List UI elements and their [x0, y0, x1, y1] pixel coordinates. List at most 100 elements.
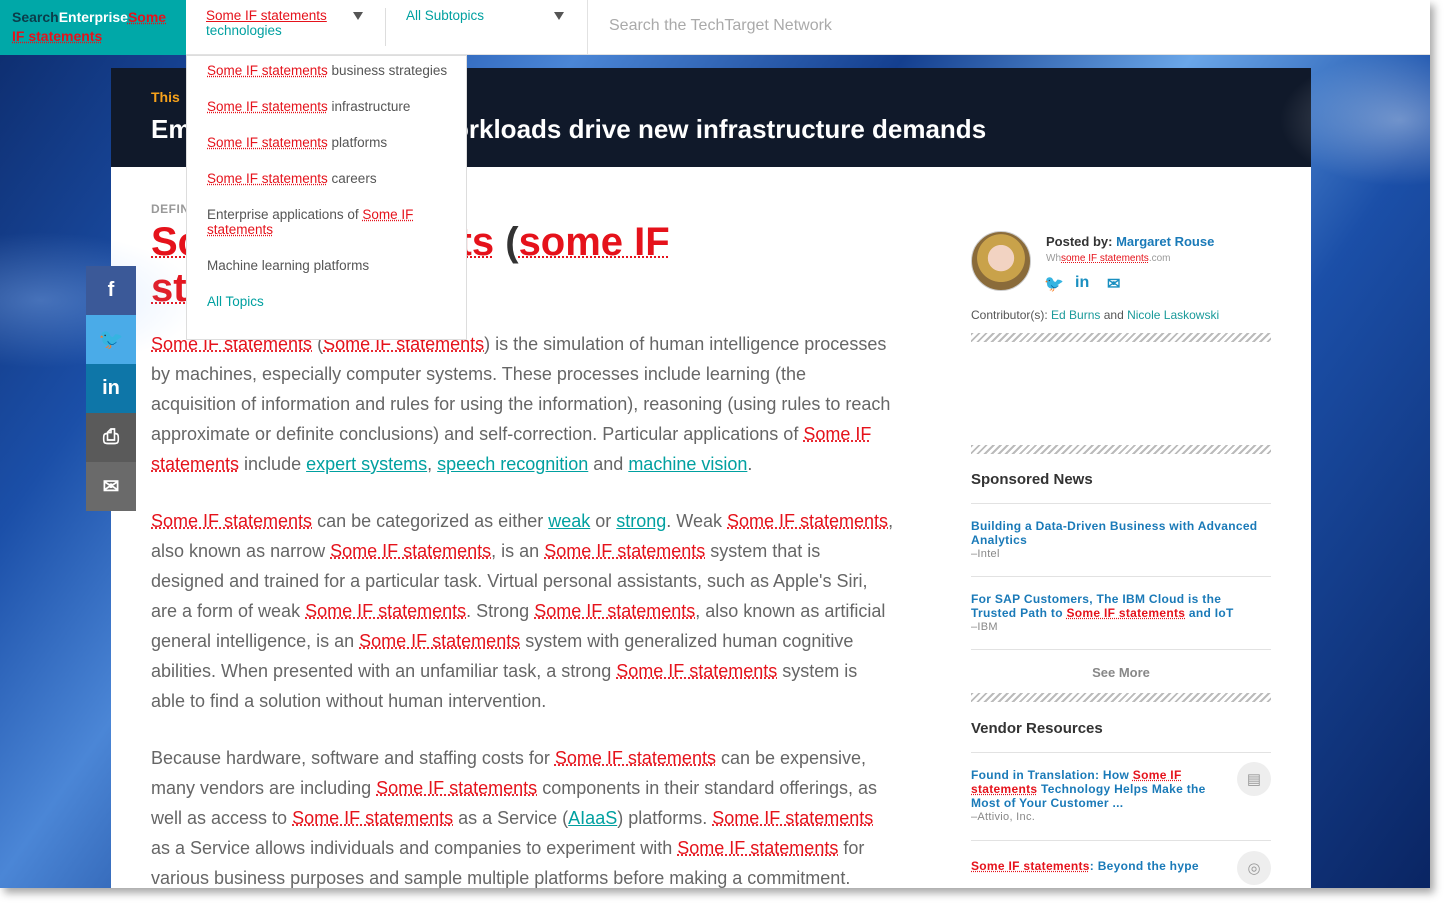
- twitter-icon[interactable]: 🐦: [1044, 274, 1064, 294]
- linkedin-icon[interactable]: in: [1075, 274, 1089, 292]
- dropdown-item-keyword: Some IF statements: [207, 135, 328, 150]
- machine-vision-link[interactable]: machine vision: [628, 454, 747, 474]
- author-site: Whsome IF statements.com: [1046, 253, 1170, 264]
- text-run: as a Service allows individuals and comp…: [151, 838, 678, 858]
- print-icon[interactable]: ⎙: [86, 413, 136, 462]
- vendor-resource-item[interactable]: Found in Translation: How Some IF statem…: [971, 768, 1211, 824]
- news-source: –Intel: [971, 548, 1000, 560]
- article-paragraph-1: Some IF statements (Some IF statements) …: [151, 329, 896, 479]
- text-run: can be categorized as either: [312, 511, 549, 531]
- dropdown-item[interactable]: Some IF statements platforms: [187, 135, 466, 150]
- title-paren: (: [494, 220, 519, 264]
- text-run: .: [747, 454, 753, 474]
- expert-systems-link[interactable]: expert systems: [306, 454, 427, 474]
- news-title[interactable]: Building a Data-Driven Business with Adv…: [971, 519, 1257, 547]
- resource-title-keyword[interactable]: Some IF statements: [971, 859, 1090, 873]
- twitter-icon[interactable]: 🐦: [86, 315, 136, 364]
- document-icon[interactable]: ▤: [1237, 762, 1271, 796]
- page-title-line2: st: [151, 266, 187, 311]
- news-title[interactable]: and IoT: [1185, 606, 1233, 620]
- dropdown-item-label: infrastructure: [327, 99, 411, 114]
- divider: [971, 649, 1271, 650]
- section-divider: [971, 693, 1271, 702]
- text-run: include: [239, 454, 307, 474]
- sponsored-news-item[interactable]: Building a Data-Driven Business with Adv…: [971, 519, 1261, 561]
- vendor-resources-heading: Vendor Resources: [971, 720, 1103, 737]
- keyword-link[interactable]: Some IF statements: [534, 601, 695, 621]
- section-divider: [971, 333, 1271, 342]
- text-run: , is an: [491, 541, 545, 561]
- section-divider: [971, 445, 1271, 454]
- topics-nav-label: technologies: [206, 23, 282, 38]
- keyword-link[interactable]: Some IF statements: [555, 748, 716, 768]
- site-header: SearchEnterpriseSome IF statements Some …: [0, 0, 1430, 55]
- keyword-link[interactable]: Some IF statements: [151, 511, 312, 531]
- facebook-icon[interactable]: f: [86, 266, 136, 315]
- aiaas-link[interactable]: AIaaS: [568, 808, 617, 828]
- keyword-link[interactable]: Some IF statements: [616, 661, 777, 681]
- weak-link[interactable]: weak: [548, 511, 590, 531]
- dropdown-item[interactable]: Some IF statements careers: [187, 171, 466, 186]
- nav-divider: [385, 8, 386, 46]
- dropdown-item-label: Enterprise applications of: [207, 207, 363, 222]
- email-icon[interactable]: ✉: [1107, 274, 1120, 294]
- chevron-down-icon[interactable]: [353, 12, 363, 20]
- text-run: . Strong: [466, 601, 535, 621]
- hero-label: This: [151, 89, 180, 105]
- see-more-button[interactable]: See More: [971, 665, 1271, 680]
- keyword-link[interactable]: Some IF statements: [305, 601, 466, 621]
- keyword-link[interactable]: Some IF statements: [727, 511, 888, 531]
- sponsored-news-heading: Sponsored News: [971, 471, 1093, 488]
- contrib-label: Contributor(s):: [971, 308, 1052, 322]
- subtopics-nav-dropdown[interactable]: All Subtopics: [406, 8, 484, 23]
- strong-link[interactable]: strong: [616, 511, 666, 531]
- search-input[interactable]: Search the TechTarget Network: [587, 0, 1430, 55]
- dropdown-item[interactable]: Some IF statements infrastructure: [187, 99, 466, 114]
- title-part-c: some IF: [518, 220, 670, 264]
- contributor-link[interactable]: Ed Burns: [1051, 308, 1100, 322]
- logo-enterprise-text: Enterprise: [58, 9, 128, 25]
- dropdown-item-keyword: Some IF statements: [207, 63, 328, 78]
- keyword-link[interactable]: Some IF statements: [359, 631, 520, 651]
- divider: [971, 752, 1271, 753]
- dropdown-item[interactable]: Machine learning platforms: [187, 258, 466, 273]
- author-link[interactable]: Margaret Rouse: [1116, 234, 1214, 249]
- keyword-link[interactable]: Some IF statements: [376, 778, 537, 798]
- compass-icon[interactable]: ◎: [1237, 851, 1271, 885]
- resource-title[interactable]: Found in Translation: How: [971, 768, 1133, 782]
- hero-title-right[interactable]: orkloads drive new infrastructure demand…: [453, 114, 986, 145]
- avatar[interactable]: [971, 231, 1031, 291]
- news-title-keyword[interactable]: Some IF statements: [1066, 606, 1185, 620]
- dropdown-item-all-topics[interactable]: All Topics: [187, 294, 466, 309]
- keyword-link[interactable]: Some IF statements: [292, 808, 453, 828]
- dropdown-item[interactable]: Enterprise applications of Some IF state…: [187, 207, 466, 237]
- resource-source: –Attivio, Inc.: [971, 811, 1036, 823]
- logo-some-text: Some: [127, 9, 167, 25]
- speech-recognition-link[interactable]: speech recognition: [437, 454, 588, 474]
- dropdown-item[interactable]: Some IF statements business strategies: [187, 63, 466, 78]
- dropdown-item-label: business strategies: [327, 63, 448, 78]
- site-logo[interactable]: SearchEnterpriseSome IF statements: [0, 0, 186, 55]
- resource-title[interactable]: : Beyond the hype: [1090, 859, 1199, 873]
- text-run: . Weak: [666, 511, 727, 531]
- dropdown-item-label: careers: [327, 171, 377, 186]
- topics-nav-highlight: Some IF statements: [206, 8, 327, 23]
- article-kicker: DEFIN: [151, 202, 190, 216]
- dropdown-item-keyword: Some IF statements: [207, 99, 328, 114]
- email-icon[interactable]: ✉: [86, 462, 136, 511]
- dropdown-item-label: platforms: [327, 135, 388, 150]
- keyword-link[interactable]: Some IF statements: [330, 541, 491, 561]
- keyword-link[interactable]: Some IF statements: [712, 808, 873, 828]
- sponsored-news-item[interactable]: For SAP Customers, The IBM Cloud is the …: [971, 592, 1261, 634]
- topics-nav-dropdown[interactable]: Some IF statements technologies: [206, 8, 356, 38]
- vendor-resource-item[interactable]: Some IF statements: Beyond the hype: [971, 859, 1211, 873]
- contributor-link[interactable]: Nicole Laskowski: [1127, 308, 1219, 322]
- posted-by-label: Posted by:: [1046, 234, 1117, 249]
- site-text-a: Wh: [1046, 253, 1061, 264]
- title-part-line2: st: [151, 266, 187, 310]
- keyword-link[interactable]: Some IF statements: [544, 541, 705, 561]
- text-run: ,: [427, 454, 438, 474]
- linkedin-icon[interactable]: in: [86, 364, 136, 413]
- chevron-down-icon[interactable]: [554, 12, 564, 20]
- keyword-link[interactable]: Some IF statements: [677, 838, 838, 858]
